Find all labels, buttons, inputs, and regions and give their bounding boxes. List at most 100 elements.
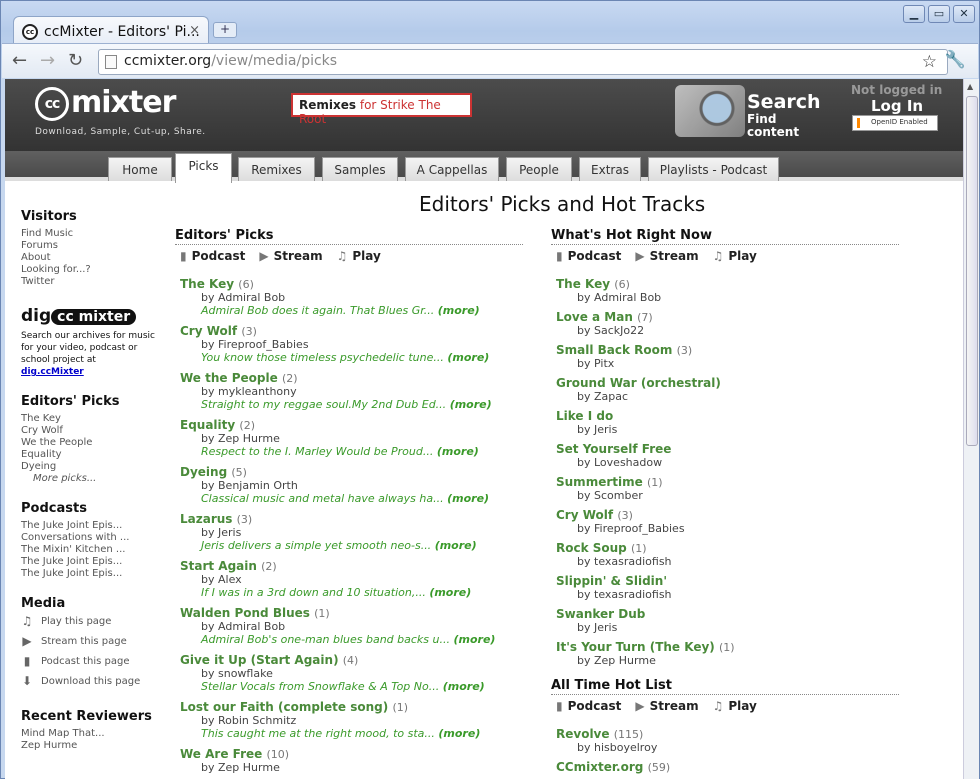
- maximize-button[interactable]: ▭: [928, 5, 950, 23]
- pick-title[interactable]: We the People (2): [180, 371, 520, 385]
- close-window-button[interactable]: ✕: [953, 5, 975, 23]
- alltime-title[interactable]: CCmixter.org (59): [556, 760, 896, 774]
- vertical-scrollbar[interactable]: ▲: [963, 79, 979, 779]
- scrollbar-thumb[interactable]: [966, 96, 978, 446]
- pick-title-text[interactable]: Give it Up (Start Again): [180, 653, 339, 667]
- search-title[interactable]: Search: [747, 91, 821, 113]
- sidebar-pick[interactable]: Cry Wolf: [21, 425, 161, 437]
- pick-artist[interactable]: mykleanthony: [218, 385, 297, 398]
- hot-artist[interactable]: Pitx: [594, 357, 614, 370]
- hot-title[interactable]: Swanker Dub: [556, 607, 896, 621]
- sidebar-link-twitter[interactable]: Twitter: [21, 276, 161, 288]
- download-page-link[interactable]: ⬇ Download this page: [21, 671, 161, 691]
- sidebar-link-forums[interactable]: Forums: [21, 240, 161, 252]
- hot-artist[interactable]: Jeris: [594, 423, 617, 436]
- address-bar[interactable]: ccmixter.org/view/media/picks ☆: [98, 49, 948, 75]
- pick-artist[interactable]: Robin Schmitz: [218, 714, 296, 727]
- pick-title[interactable]: The Key (6): [180, 277, 520, 291]
- dig-link[interactable]: dig.ccMixter: [21, 367, 84, 377]
- hot-title-text[interactable]: It's Your Turn (The Key): [556, 640, 715, 654]
- stream-page-link[interactable]: ▶ Stream this page: [21, 631, 161, 651]
- more-link[interactable]: (more): [438, 727, 480, 740]
- tab-remixes[interactable]: Remixes: [238, 157, 315, 181]
- browser-tab[interactable]: cc ccMixter - Editors' Pi... ×: [13, 16, 209, 43]
- pick-title[interactable]: Lazarus (3): [180, 512, 520, 526]
- tab-people[interactable]: People: [506, 157, 572, 181]
- back-icon[interactable]: ←: [12, 50, 27, 71]
- sidebar-link-looking-for[interactable]: Looking for...?: [21, 264, 161, 276]
- hot-artist[interactable]: Loveshadow: [594, 456, 662, 469]
- sidebar-link-find-music[interactable]: Find Music: [21, 228, 161, 240]
- pick-artist[interactable]: Zep Hurme: [218, 761, 280, 774]
- pick-title-text[interactable]: We Are Free: [180, 747, 262, 761]
- pick-title-text[interactable]: Start Again: [180, 559, 257, 573]
- wrench-icon[interactable]: 🔧: [945, 50, 966, 70]
- more-link[interactable]: (more): [447, 351, 489, 364]
- pick-artist[interactable]: Fireproof_Babies: [218, 338, 309, 351]
- scroll-up-icon[interactable]: ▲: [967, 82, 973, 91]
- hot-artist[interactable]: SackJo22: [594, 324, 644, 337]
- hot-title[interactable]: Ground War (orchestral): [556, 376, 896, 390]
- more-link[interactable]: (more): [443, 680, 485, 693]
- pick-artist[interactable]: Admiral Bob: [218, 620, 285, 633]
- tab-acappellas[interactable]: A Cappellas: [405, 157, 499, 181]
- sidebar-link-about[interactable]: About: [21, 252, 161, 264]
- sidebar-pick[interactable]: We the People: [21, 437, 161, 449]
- play-page-link[interactable]: ♫ Play this page: [21, 611, 161, 631]
- sidebar-pick[interactable]: Dyeing: [21, 461, 161, 473]
- more-link[interactable]: (more): [437, 445, 479, 458]
- sidebar-podcast[interactable]: The Juke Joint Epis...: [21, 556, 161, 568]
- close-tab-icon[interactable]: ×: [189, 23, 200, 38]
- pick-title-text[interactable]: Walden Pond Blues: [180, 606, 310, 620]
- hot-title[interactable]: Rock Soup (1): [556, 541, 896, 555]
- more-link[interactable]: (more): [438, 304, 480, 317]
- alltime-title-text[interactable]: CCmixter.org: [556, 760, 643, 774]
- play-button[interactable]: ♫ Play: [713, 249, 757, 263]
- bookmark-star-icon[interactable]: ☆: [922, 52, 937, 72]
- hot-title[interactable]: Slippin' & Slidin': [556, 574, 896, 588]
- hot-artist[interactable]: texasradiofish: [594, 588, 672, 601]
- pick-title-text[interactable]: Cry Wolf: [180, 324, 237, 338]
- more-link[interactable]: (more): [435, 539, 477, 552]
- search-magnifier-icon[interactable]: [675, 85, 745, 137]
- sidebar-podcast[interactable]: The Mixin' Kitchen ...: [21, 544, 161, 556]
- hot-title[interactable]: Love a Man (7): [556, 310, 896, 324]
- hot-title[interactable]: Summertime (1): [556, 475, 896, 489]
- pick-title[interactable]: Start Again (2): [180, 559, 520, 573]
- pick-title-text[interactable]: We the People: [180, 371, 278, 385]
- play-button[interactable]: ♫ Play: [713, 699, 757, 713]
- pick-artist[interactable]: snowflake: [218, 667, 273, 680]
- login-link[interactable]: Log In: [871, 97, 923, 115]
- dig-logo[interactable]: dig cc mixter: [21, 306, 161, 326]
- pick-title-text[interactable]: Lazarus: [180, 512, 232, 526]
- stream-button[interactable]: ▶ Stream: [635, 249, 698, 263]
- pick-title-text[interactable]: The Key: [180, 277, 234, 291]
- new-tab-button[interactable]: +: [213, 22, 237, 38]
- tab-home[interactable]: Home: [108, 157, 172, 181]
- forward-icon[interactable]: →: [40, 50, 55, 71]
- hot-title-text[interactable]: Ground War (orchestral): [556, 376, 721, 390]
- hot-title-text[interactable]: The Key: [556, 277, 610, 291]
- tab-extras[interactable]: Extras: [579, 157, 641, 181]
- ccmixter-logo[interactable]: cc mixter: [35, 85, 176, 121]
- podcast-button[interactable]: ▮ Podcast: [556, 249, 621, 263]
- hot-title[interactable]: Small Back Room (3): [556, 343, 896, 357]
- hot-artist[interactable]: Zep Hurme: [594, 654, 656, 667]
- hot-title-text[interactable]: Rock Soup: [556, 541, 627, 555]
- sidebar-podcast[interactable]: The Juke Joint Epis...: [21, 520, 161, 532]
- hot-title[interactable]: It's Your Turn (The Key) (1): [556, 640, 896, 654]
- podcast-button[interactable]: ▮ Podcast: [556, 699, 621, 713]
- hot-title-text[interactable]: Slippin' & Slidin': [556, 574, 667, 588]
- pick-title-text[interactable]: Lost our Faith (complete song): [180, 700, 388, 714]
- podcast-button[interactable]: ▮ Podcast: [180, 249, 245, 263]
- more-link[interactable]: (more): [447, 492, 489, 505]
- hot-title-text[interactable]: Like I do: [556, 409, 613, 423]
- sidebar-pick[interactable]: The Key: [21, 413, 161, 425]
- pick-title-text[interactable]: Dyeing: [180, 465, 227, 479]
- more-link[interactable]: (more): [429, 586, 471, 599]
- hot-artist[interactable]: Scomber: [594, 489, 643, 502]
- hot-title[interactable]: The Key (6): [556, 277, 896, 291]
- hot-artist[interactable]: Zapac: [594, 390, 628, 403]
- search-subtitle[interactable]: Find content: [747, 113, 807, 139]
- pick-title[interactable]: Lost our Faith (complete song) (1): [180, 700, 520, 714]
